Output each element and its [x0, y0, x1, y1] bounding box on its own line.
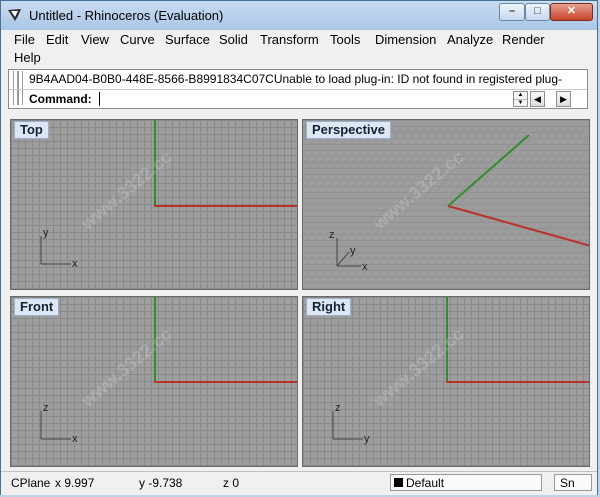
menu-transform[interactable]: Transform [260, 32, 319, 47]
axis-gizmo-front: z x [40, 402, 78, 445]
menu-help[interactable]: Help [14, 50, 41, 65]
scroll-left-button[interactable]: ◀ [530, 91, 545, 107]
gizmo-label-x: x [72, 433, 78, 445]
layer-color-swatch [394, 478, 403, 487]
y-axis-line [154, 120, 156, 207]
menu-solid[interactable]: Solid [219, 32, 248, 47]
minimize-button[interactable]: – [499, 3, 525, 21]
axis-gizmo-right: z y [332, 402, 370, 445]
viewport-perspective[interactable]: Perspective z y x www.3322.cc [302, 119, 590, 290]
status-y-coordinate: y -9.738 [139, 476, 183, 490]
gizmo-label-y: y [43, 227, 49, 239]
command-input[interactable] [98, 91, 515, 107]
viewport-label-perspective[interactable]: Perspective [306, 121, 391, 139]
viewport-label-right[interactable]: Right [306, 298, 352, 316]
menu-render[interactable]: Render [502, 32, 545, 47]
gizmo-label-x: x [362, 261, 368, 273]
viewport-top[interactable]: Top y x www.3322.cc [10, 119, 298, 290]
z-axis-line [446, 297, 448, 383]
status-z-coordinate: z 0 [223, 476, 240, 490]
maximize-button[interactable]: □ [525, 3, 550, 21]
history-spin-control[interactable]: ▲ ▼ [513, 91, 528, 107]
z-axis-line [154, 297, 156, 383]
menu-edit[interactable]: Edit [46, 32, 68, 47]
watermark-text: www.3322.cc [77, 323, 176, 411]
watermark-text: www.3322.cc [369, 323, 468, 411]
text-caret [99, 92, 100, 106]
command-area: 9B4AAD04-B0B0-448E-8566-B8991834C07CUnab… [8, 69, 588, 109]
axis-gizmo-top: y x [40, 227, 78, 270]
gizmo-label-z: z [329, 229, 335, 241]
x-axis-line [154, 381, 297, 383]
layer-selector[interactable]: Default [390, 474, 542, 491]
command-label: Command: [29, 92, 92, 106]
y-axis-line [446, 381, 589, 383]
gizmo-label-y: y [350, 245, 356, 257]
snap-toggle[interactable]: Sn [554, 474, 592, 491]
status-cplane[interactable]: CPlane [11, 476, 50, 490]
close-button[interactable]: ✕ [550, 3, 593, 21]
gizmo-label-z: z [43, 402, 49, 414]
menu-tools[interactable]: Tools [330, 32, 360, 47]
menu-dimension[interactable]: Dimension [375, 32, 436, 47]
x-axis-line [154, 205, 297, 207]
status-bar: CPlane x 9.997 y -9.738 z 0 Default Sn [1, 471, 597, 495]
menu-surface[interactable]: Surface [165, 32, 210, 47]
scroll-right-button[interactable]: ▶ [556, 91, 571, 107]
gizmo-label-x: x [72, 258, 78, 270]
watermark-text: www.3322.cc [77, 146, 176, 234]
viewport-front[interactable]: Front z x www.3322.cc [10, 296, 298, 467]
command-history: 9B4AAD04-B0B0-448E-8566-B8991834C07CUnab… [29, 72, 563, 86]
axis-gizmo-perspective: z y x [329, 229, 368, 273]
menu-curve[interactable]: Curve [120, 32, 155, 47]
menu-view[interactable]: View [81, 32, 109, 47]
spin-down-icon[interactable]: ▼ [514, 100, 527, 107]
viewport-label-top[interactable]: Top [14, 121, 49, 139]
spin-up-icon[interactable]: ▲ [514, 92, 527, 100]
menu-file[interactable]: File [14, 32, 35, 47]
rhino-app-icon [7, 7, 23, 23]
status-x-coordinate: x 9.997 [55, 476, 95, 490]
title-bar[interactable]: Untitled - Rhinoceros (Evaluation) – □ ✕ [1, 1, 597, 31]
viewport-right[interactable]: Right z y www.3322.cc [302, 296, 590, 467]
gizmo-label-z: z [335, 402, 341, 414]
window-title: Untitled - Rhinoceros (Evaluation) [29, 8, 224, 23]
command-row: Command: ▲ ▼ ◀ ▶ [9, 89, 587, 109]
viewport-label-front[interactable]: Front [14, 298, 60, 316]
gizmo-label-y: y [364, 433, 370, 445]
snap-label: Sn [560, 476, 575, 490]
menu-bar: File Edit View Curve Surface Solid Trans… [1, 30, 597, 66]
layer-name: Default [406, 476, 445, 490]
rhino-window: Untitled - Rhinoceros (Evaluation) – □ ✕… [0, 0, 598, 495]
menu-analyze[interactable]: Analyze [447, 32, 493, 47]
